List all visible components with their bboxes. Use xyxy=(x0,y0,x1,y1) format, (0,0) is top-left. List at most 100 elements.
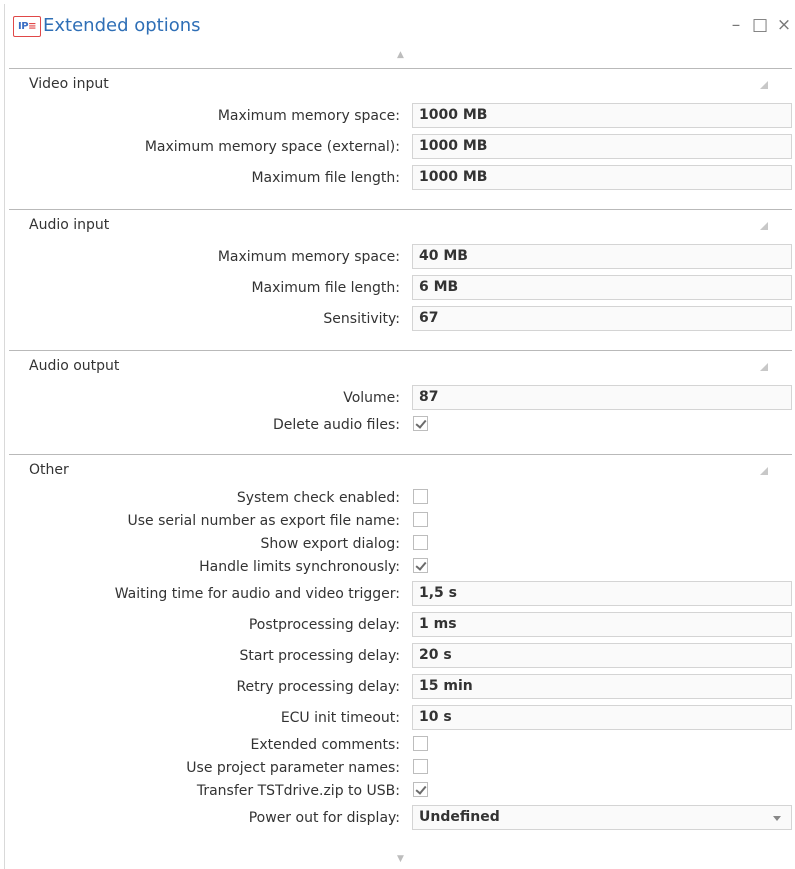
property-label: System check enabled: xyxy=(236,489,400,506)
section-video-input: Video input Maximum memory space: 1000 MB M… xyxy=(9,68,792,193)
property-label: Show export dialog: xyxy=(260,535,400,552)
property-row: Maximum memory space: 1000 MB xyxy=(9,100,792,131)
property-row: Handle limits synchronously: xyxy=(9,555,792,578)
property-label: Start processing delay: xyxy=(239,647,400,664)
property-label: Maximum memory space (external): xyxy=(144,138,400,155)
property-label: Maximum file length: xyxy=(251,279,400,296)
property-label: Extended comments: xyxy=(250,736,400,753)
property-checkbox[interactable] xyxy=(413,736,428,751)
property-row: ECU init timeout: 10 s xyxy=(9,702,792,733)
property-dropdown[interactable]: Undefined xyxy=(412,805,792,830)
property-value: 1000 MB xyxy=(419,107,488,123)
property-checkbox[interactable] xyxy=(413,782,428,797)
property-value: 20 s xyxy=(419,647,452,663)
property-label: Use serial number as export file name: xyxy=(127,512,400,529)
property-checkbox[interactable] xyxy=(413,558,428,573)
property-value: 40 MB xyxy=(419,248,468,264)
property-value-field[interactable]: 1000 MB xyxy=(412,134,792,159)
property-label: Maximum memory space: xyxy=(217,248,400,265)
property-value-field[interactable]: 15 min xyxy=(412,674,792,699)
property-row: Transfer TSTdrive.zip to USB: xyxy=(9,779,792,802)
property-label: Volume: xyxy=(343,389,400,406)
property-value-field[interactable]: 87 xyxy=(412,385,792,410)
property-label: ECU init timeout: xyxy=(280,709,400,726)
title-bar: IP≡ Extended options – □ × xyxy=(5,4,795,46)
property-label: Power out for display: xyxy=(248,809,400,826)
section-title: Audio output xyxy=(29,358,120,374)
property-label: Sensitivity: xyxy=(323,310,400,327)
close-icon[interactable]: × xyxy=(772,14,795,36)
property-value: 87 xyxy=(419,389,439,405)
property-value-field[interactable]: 6 MB xyxy=(412,275,792,300)
property-value-field[interactable]: 20 s xyxy=(412,643,792,668)
property-value: 67 xyxy=(419,310,439,326)
collapse-triangle-icon[interactable] xyxy=(760,222,768,230)
property-row: Maximum memory space (external): 1000 MB xyxy=(9,131,792,162)
maximize-icon[interactable]: □ xyxy=(748,14,772,36)
property-row: Power out for display: Undefined xyxy=(9,802,792,833)
chevron-down-icon[interactable] xyxy=(773,816,781,821)
property-value-field[interactable]: 1000 MB xyxy=(412,103,792,128)
section-audio-input: Audio input Maximum memory space: 40 MB Max… xyxy=(9,209,792,334)
property-label: Handle limits synchronously: xyxy=(199,558,400,575)
property-value: 1000 MB xyxy=(419,169,488,185)
section-title: Audio input xyxy=(29,217,110,233)
property-row: Volume: 87 xyxy=(9,382,792,413)
property-row: Extended comments: xyxy=(9,733,792,756)
minimize-icon[interactable]: – xyxy=(724,14,748,36)
property-label: Waiting time for audio and video trigger… xyxy=(114,585,400,602)
property-label: Transfer TSTdrive.zip to USB: xyxy=(196,782,400,799)
property-row: Delete audio files: xyxy=(9,413,792,436)
property-label: Maximum file length: xyxy=(251,169,400,186)
property-row: Postprocessing delay: 1 ms xyxy=(9,609,792,640)
property-label: Use project parameter names: xyxy=(186,759,400,776)
property-value-field[interactable]: 10 s xyxy=(412,705,792,730)
property-value: 10 s xyxy=(419,709,452,725)
property-label: Retry processing delay: xyxy=(236,678,400,695)
property-value: 15 min xyxy=(419,678,473,694)
property-checkbox[interactable] xyxy=(413,535,428,550)
scroll-down-icon[interactable]: ▼ xyxy=(5,854,795,864)
section-header[interactable]: Audio input xyxy=(9,210,792,241)
property-label: Postprocessing delay: xyxy=(248,616,400,633)
section-header[interactable]: Video input xyxy=(9,69,792,100)
property-row: Maximum memory space: 40 MB xyxy=(9,241,792,272)
property-value: 1 ms xyxy=(419,616,457,632)
property-value-field[interactable]: 1,5 s xyxy=(412,581,792,606)
property-label: Delete audio files: xyxy=(272,416,400,433)
property-row: Waiting time for audio and video trigger… xyxy=(9,578,792,609)
section-title: Video input xyxy=(29,76,109,92)
property-row: Retry processing delay: 15 min xyxy=(9,671,792,702)
collapse-triangle-icon[interactable] xyxy=(760,81,768,89)
section-header[interactable]: Audio output xyxy=(9,351,792,382)
property-value: 1000 MB xyxy=(419,138,488,154)
property-row: Sensitivity: 67 xyxy=(9,303,792,334)
section-other: Other System check enabled: Use serial num… xyxy=(9,454,792,833)
section-title: Other xyxy=(29,462,69,478)
collapse-triangle-icon[interactable] xyxy=(760,363,768,371)
property-checkbox[interactable] xyxy=(413,416,428,431)
property-row: Use project parameter names: xyxy=(9,756,792,779)
property-value-field[interactable]: 67 xyxy=(412,306,792,331)
property-label: Maximum memory space: xyxy=(217,107,400,124)
section-audio-output: Audio output Volume: 87 Delete audio files: xyxy=(9,350,792,436)
property-value: 1,5 s xyxy=(419,585,458,601)
ipe-app-icon: IP≡ xyxy=(13,16,41,37)
collapse-triangle-icon[interactable] xyxy=(760,467,768,475)
property-row: System check enabled: xyxy=(9,486,792,509)
property-checkbox[interactable] xyxy=(413,512,428,527)
property-value: 6 MB xyxy=(419,279,459,295)
property-row: Maximum file length: 6 MB xyxy=(9,272,792,303)
scroll-up-icon[interactable]: ▲ xyxy=(5,50,795,60)
window-controls: – □ × xyxy=(724,14,795,36)
section-header[interactable]: Other xyxy=(9,455,792,486)
property-checkbox[interactable] xyxy=(413,759,428,774)
property-value-field[interactable]: 1000 MB xyxy=(412,165,792,190)
extended-options-window: IP≡ Extended options – □ × ▲ Video input… xyxy=(4,4,795,869)
property-value-field[interactable]: 1 ms xyxy=(412,612,792,637)
property-row: Start processing delay: 20 s xyxy=(9,640,792,671)
property-row: Maximum file length: 1000 MB xyxy=(9,162,792,193)
property-checkbox[interactable] xyxy=(413,489,428,504)
property-value-field[interactable]: 40 MB xyxy=(412,244,792,269)
window-title: Extended options xyxy=(43,15,201,36)
